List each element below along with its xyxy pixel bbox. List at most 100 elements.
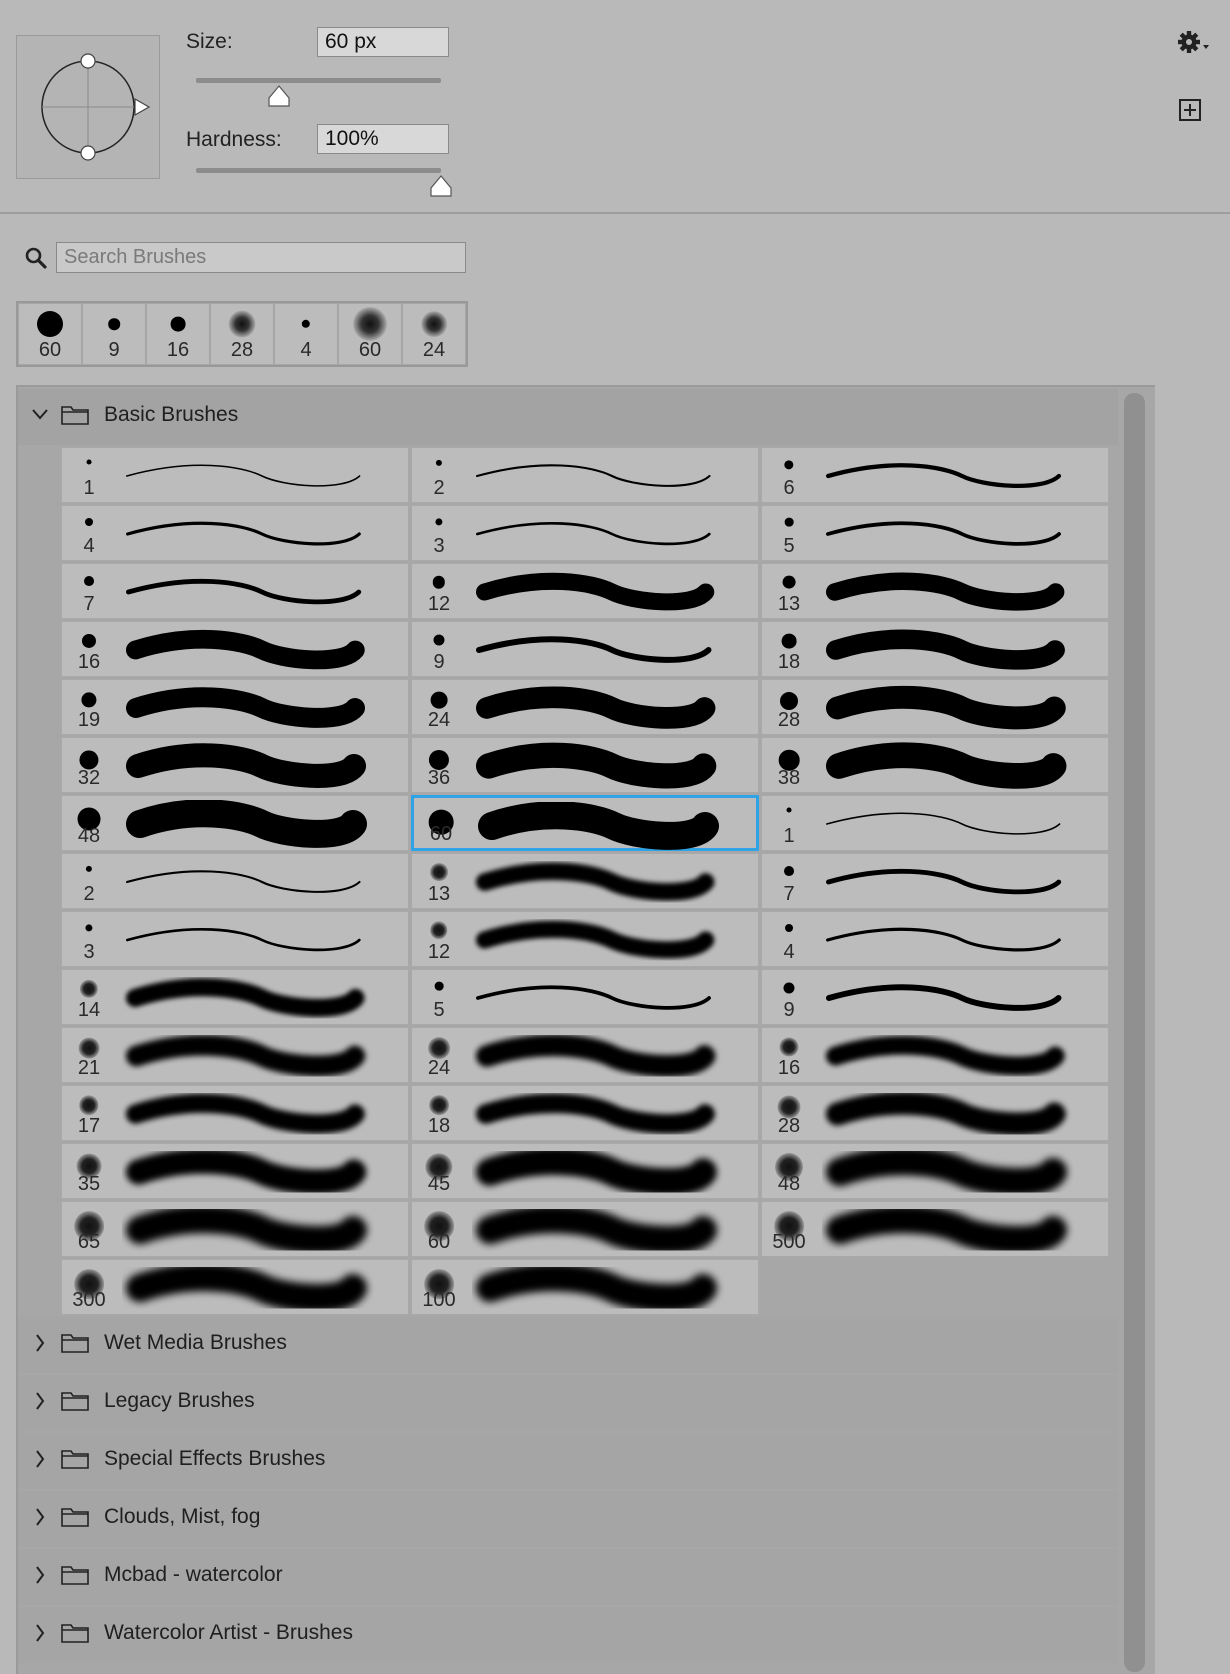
chevron-right-icon[interactable] [32, 1620, 48, 1646]
brush-size-label: 3 [83, 941, 95, 963]
chevron-right-icon[interactable] [32, 1330, 48, 1356]
brush-preset[interactable]: 13 [411, 853, 759, 909]
brush-preset[interactable]: 28 [761, 1085, 1109, 1141]
brush-tip-dot [430, 692, 448, 709]
recent-brush[interactable]: 60 [339, 304, 401, 364]
brush-preset[interactable]: 60 [411, 795, 759, 851]
brush-size-label: 4 [83, 535, 95, 557]
brush-preset[interactable]: 7 [761, 853, 1109, 909]
brush-preset[interactable]: 100 [411, 1259, 759, 1315]
brush-tip-dot [429, 1095, 449, 1116]
brush-preset[interactable]: 21 [61, 1027, 409, 1083]
brush-group-name: Watercolor Artist - Brushes [104, 1621, 353, 1644]
brush-group[interactable]: Legacy Brushes [18, 1375, 1118, 1431]
brush-tip-dot [433, 633, 445, 646]
brush-stroke-preview [126, 464, 361, 487]
brush-tip-dot [785, 924, 793, 932]
brush-preset[interactable]: 60 [411, 1201, 759, 1257]
brush-stroke-preview [476, 572, 715, 611]
brush-preset[interactable]: 4 [61, 505, 409, 561]
brush-tip-diagram [41, 53, 151, 161]
recent-brush[interactable]: 60 [19, 304, 81, 364]
brush-tip-dot [428, 1037, 450, 1060]
brush-preset[interactable]: 5 [761, 505, 1109, 561]
brush-size-label: 60 [429, 823, 453, 845]
brush-preset[interactable]: 6 [761, 447, 1109, 503]
brush-group[interactable]: Clouds, Mist, fog [18, 1491, 1118, 1547]
brush-size-label: 1 [783, 825, 795, 847]
brush-tip-dot [85, 924, 93, 932]
hardness-slider-track[interactable] [196, 168, 441, 173]
brush-angle-preview[interactable] [16, 35, 160, 179]
new-preset-icon[interactable] [1178, 98, 1202, 122]
brush-preset[interactable]: 36 [411, 737, 759, 793]
brush-stroke-preview [826, 812, 1061, 835]
chevron-right-icon[interactable] [32, 1388, 48, 1414]
scrollbar[interactable] [1124, 393, 1145, 1672]
brush-preset[interactable]: 2 [61, 853, 409, 909]
brush-preset[interactable]: 1 [761, 795, 1109, 851]
brush-preset[interactable]: 18 [761, 621, 1109, 677]
hardness-field[interactable]: 100% [317, 124, 449, 154]
brush-preset[interactable]: 38 [761, 737, 1109, 793]
brush-preset[interactable]: 300 [61, 1259, 409, 1315]
brush-stroke-preview [826, 521, 1061, 546]
hardness-slider-thumb[interactable] [429, 174, 453, 198]
brush-group[interactable]: Watercolor Artist - Brushes [18, 1607, 1118, 1663]
brush-preset[interactable]: 19 [61, 679, 409, 735]
brush-preset[interactable]: 9 [761, 969, 1109, 1025]
brush-preset[interactable]: 16 [61, 621, 409, 677]
gear-icon[interactable] [1176, 28, 1212, 58]
chevron-right-icon[interactable] [32, 1504, 48, 1530]
recent-brush[interactable]: 28 [211, 304, 273, 364]
brush-preset[interactable]: 32 [61, 737, 409, 793]
brush-preset[interactable]: 12 [411, 911, 759, 967]
brush-group[interactable]: Mcbad - watercolor [18, 1549, 1118, 1605]
chevron-right-icon[interactable] [32, 1446, 48, 1472]
brush-preset[interactable]: 13 [761, 563, 1109, 619]
brush-group[interactable]: Special Effects Brushes [18, 1433, 1118, 1489]
brush-preset[interactable]: 7 [61, 563, 409, 619]
recent-brush[interactable]: 4 [275, 304, 337, 364]
brush-preset[interactable]: 35 [61, 1143, 409, 1199]
brush-preset[interactable]: 14 [61, 969, 409, 1025]
recent-brush[interactable]: 9 [83, 304, 145, 364]
size-slider-thumb[interactable] [267, 84, 291, 108]
brush-preset[interactable]: 3 [61, 911, 409, 967]
brush-preset[interactable]: 45 [411, 1143, 759, 1199]
brush-preset[interactable]: 2 [411, 447, 759, 503]
brush-preset[interactable]: 16 [761, 1027, 1109, 1083]
brush-size-label: 5 [433, 999, 445, 1021]
brush-preset[interactable]: 1 [61, 447, 409, 503]
brush-preset[interactable]: 48 [61, 795, 409, 851]
brush-preset[interactable]: 5 [411, 969, 759, 1025]
brush-preset[interactable]: 4 [761, 911, 1109, 967]
chevron-down-icon[interactable] [32, 402, 48, 428]
brush-group-name: Mcbad - watercolor [104, 1563, 283, 1586]
size-field[interactable]: 60 px [317, 27, 449, 57]
brush-preset[interactable]: 28 [761, 679, 1109, 735]
brush-preset[interactable]: 24 [411, 1027, 759, 1083]
brush-preset[interactable]: 9 [411, 621, 759, 677]
brush-preset[interactable]: 65 [61, 1201, 409, 1257]
brush-preset[interactable]: 3 [411, 505, 759, 561]
size-slider-track[interactable] [196, 78, 441, 83]
brush-preset[interactable]: 48 [761, 1143, 1109, 1199]
brush-preset[interactable]: 24 [411, 679, 759, 735]
brush-size-label: 7 [783, 883, 795, 905]
brush-preset[interactable]: 17 [61, 1085, 409, 1141]
brush-stroke-preview [126, 521, 361, 546]
recent-brush[interactable]: 16 [147, 304, 209, 364]
brush-size-label: 65 [77, 1231, 101, 1253]
brush-group[interactable]: Basic Brushes [18, 389, 1118, 445]
brush-preset[interactable]: 12 [411, 563, 759, 619]
brush-preset[interactable]: 18 [411, 1085, 759, 1141]
brush-stroke-preview [476, 1264, 717, 1312]
brush-group[interactable]: Wet Media Brushes [18, 1317, 1118, 1373]
brush-size-label: 19 [77, 709, 101, 731]
brush-preset[interactable]: 500 [761, 1201, 1109, 1257]
chevron-right-icon[interactable] [32, 1562, 48, 1588]
recent-brush[interactable]: 24 [403, 304, 465, 364]
brush-stroke-preview [125, 687, 365, 728]
search-input[interactable] [56, 242, 466, 273]
